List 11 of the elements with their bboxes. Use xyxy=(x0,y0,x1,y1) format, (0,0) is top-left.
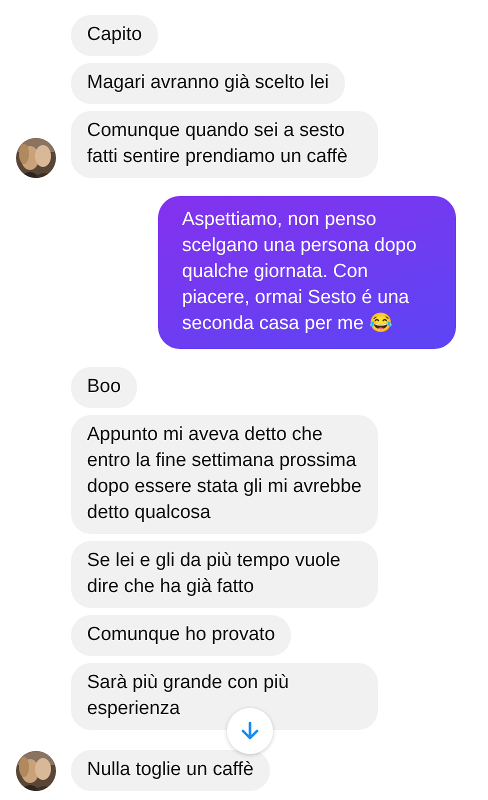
message-bubble: Capito xyxy=(71,15,158,56)
message-bubble: Se lei e gli da più tempo vuole dire che ha già fatto xyxy=(71,541,378,608)
message-bubble: Comunque ho provato xyxy=(71,615,292,656)
message-bubble: Magari avranno già scelto lei xyxy=(71,63,345,104)
message-bubble: Comunque quando sei a sesto fatti sentire prendiamo un caffè xyxy=(71,111,378,178)
message-bubble: Boo xyxy=(71,367,137,408)
message-bubble: Aspettiamo, non penso scelgano una persona dopo qualche giornata. Con piacere, ormai Sesto é una seconda casa per me 😂 xyxy=(158,196,456,349)
down-arrow-icon xyxy=(241,721,259,741)
message-bubble: Nulla toglie un caffè xyxy=(71,750,270,791)
message-bubble: Sarà più grande con più esperienza xyxy=(71,663,378,730)
message-bubble: Appunto mi aveva detto che entro la fine settimana prossima dopo essere stata gli mi avrebbe detto qualcosa xyxy=(71,415,378,534)
